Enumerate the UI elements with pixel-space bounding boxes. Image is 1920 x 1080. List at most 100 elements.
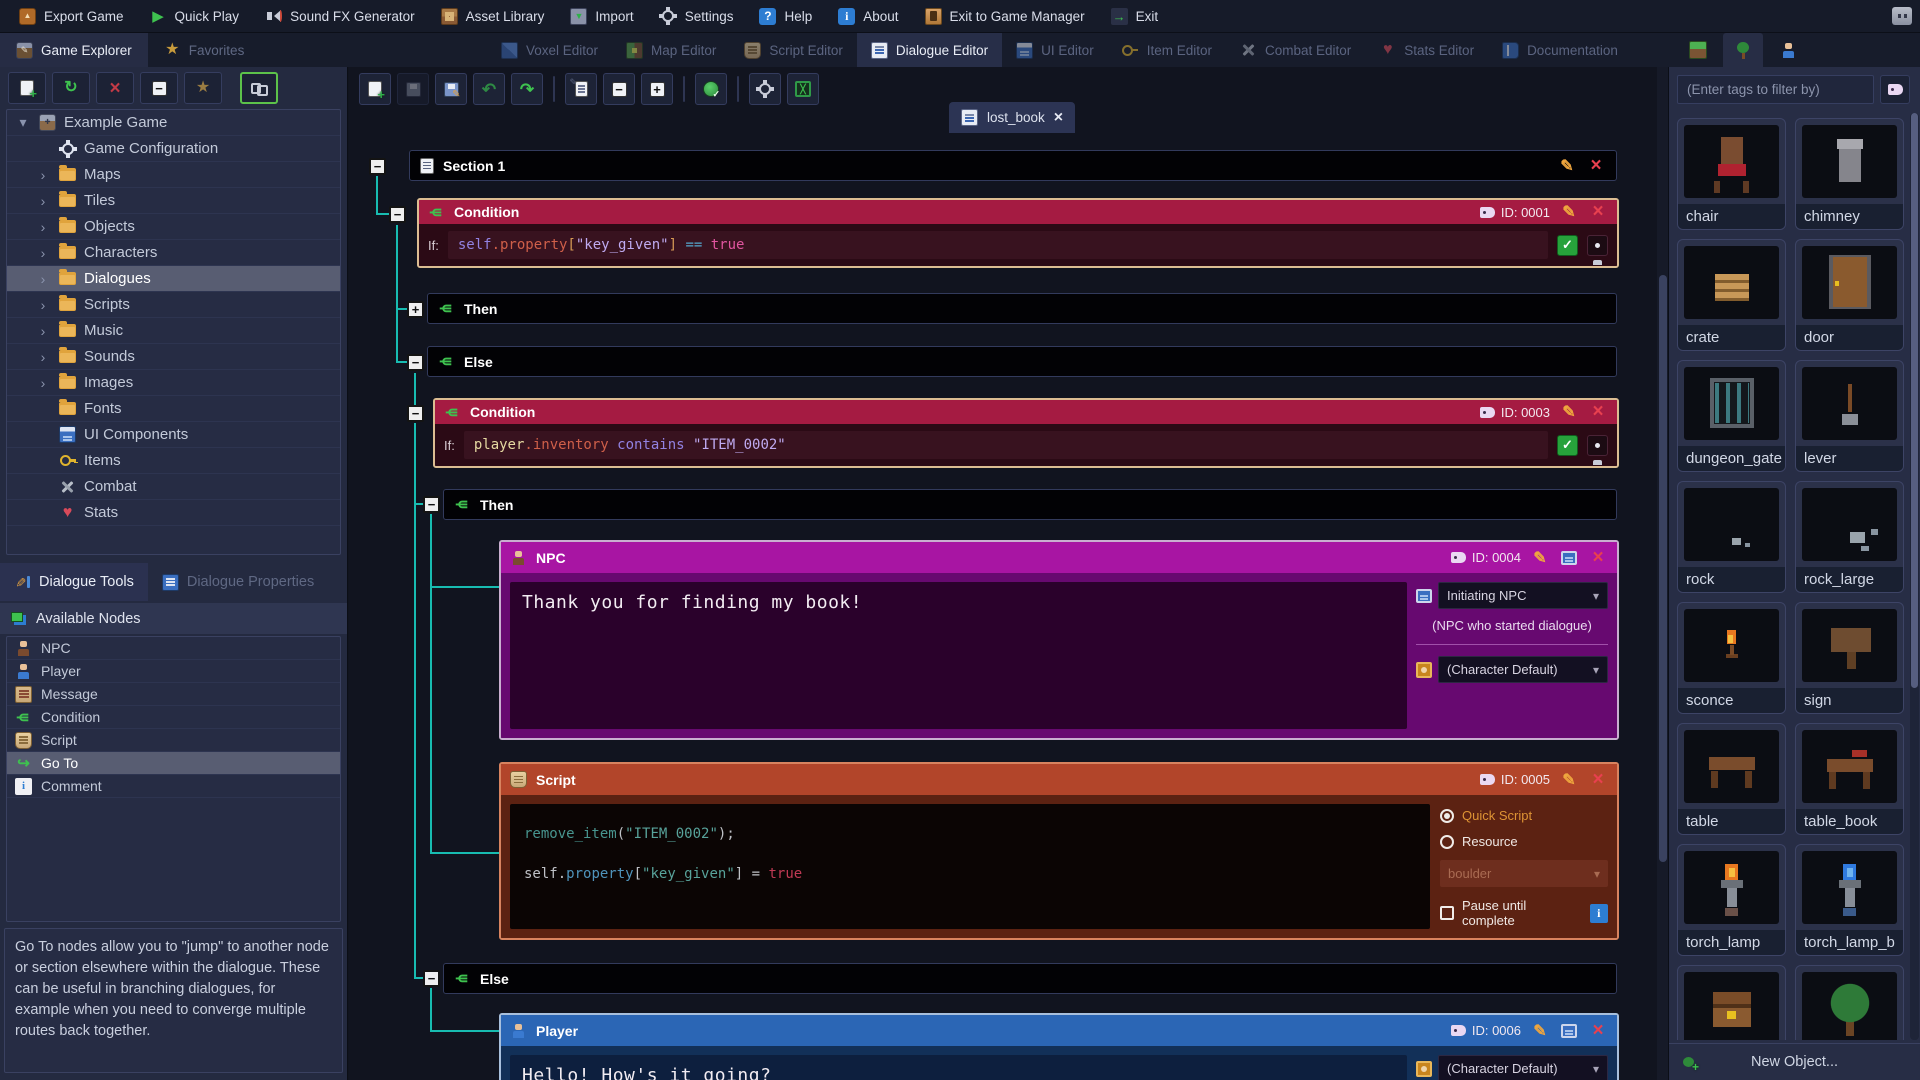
asset-rock-large[interactable]: rock_large xyxy=(1795,481,1904,593)
canvas-toolbar-sep-2[interactable] xyxy=(683,76,685,102)
canvas-toolbar-settings[interactable] xyxy=(749,73,781,105)
expander-icon[interactable]: › xyxy=(35,349,51,365)
close-tab-icon[interactable]: × xyxy=(1054,109,1063,127)
menu-exit-to-game-manager[interactable]: Exit to Game Manager xyxy=(912,0,1098,32)
menu-import[interactable]: Import xyxy=(557,0,646,32)
collapse-toggle-section[interactable]: − xyxy=(369,158,386,175)
tab-voxel-editor[interactable]: Voxel Editor xyxy=(487,33,612,67)
else-branch-2[interactable]: Else xyxy=(443,963,1617,994)
tag-filter-input[interactable] xyxy=(1677,75,1874,104)
then-branch-2[interactable]: Then xyxy=(443,489,1617,520)
canvas-toolbar-notes[interactable] xyxy=(565,73,597,105)
tree-item-dialogues[interactable]: › Dialogues xyxy=(7,266,340,292)
node-type-go-to[interactable]: Go To xyxy=(7,752,340,775)
scrollbar-thumb[interactable] xyxy=(1659,275,1667,862)
node-type-script[interactable]: Script xyxy=(7,729,340,752)
info-icon[interactable] xyxy=(1590,904,1609,923)
tree-item-items[interactable]: Items xyxy=(7,448,340,474)
palette-tab-tiles[interactable] xyxy=(1678,33,1718,67)
npc-dialogue-text[interactable]: Thank you for finding my book! xyxy=(510,582,1407,729)
delete-icon[interactable] xyxy=(1588,770,1608,790)
expander-icon[interactable]: › xyxy=(35,323,51,339)
canvas-toolbar-expand-all[interactable] xyxy=(641,73,673,105)
menu-help[interactable]: Help xyxy=(746,0,825,32)
tree-item-fonts[interactable]: Fonts xyxy=(7,396,340,422)
edit-icon[interactable] xyxy=(1559,770,1579,790)
resource-radio[interactable]: Resource xyxy=(1440,834,1608,849)
collapse-toggle-then2[interactable]: − xyxy=(423,496,440,513)
else-branch-1[interactable]: Else xyxy=(427,346,1617,377)
script-node-0005[interactable]: Script ID: 0005 remove_item("ITEM_0002")… xyxy=(499,762,1619,940)
edit-icon[interactable] xyxy=(1559,202,1579,222)
menu-settings[interactable]: Settings xyxy=(647,0,747,32)
palette-tab-characters[interactable] xyxy=(1768,33,1808,67)
canvas-toolbar-sep-3[interactable] xyxy=(737,76,739,102)
preview-icon[interactable] xyxy=(1561,551,1577,565)
expander-icon[interactable]: › xyxy=(35,245,51,261)
condition-node-0001[interactable]: Condition ID: 0001 If: self.property["ke… xyxy=(417,198,1619,268)
menu-exit[interactable]: Exit xyxy=(1098,0,1172,32)
tree-item-sounds[interactable]: › Sounds xyxy=(7,344,340,370)
portrait-dropdown[interactable]: (Character Default) ▾ xyxy=(1438,1055,1608,1080)
then-branch-1[interactable]: Then xyxy=(427,293,1617,324)
asset-treasure-ches[interactable]: treasure_ches xyxy=(1677,965,1786,1040)
menu-quick-play[interactable]: Quick Play xyxy=(137,0,253,32)
insert-reference-icon[interactable] xyxy=(1587,235,1608,256)
collapse-toggle-else1[interactable]: − xyxy=(407,354,424,371)
node-type-npc[interactable]: NPC xyxy=(7,637,340,660)
script-code-area[interactable]: remove_item("ITEM_0002"); self.property[… xyxy=(510,804,1430,929)
tree-item-music[interactable]: › Music xyxy=(7,318,340,344)
menu-about[interactable]: About xyxy=(825,0,911,32)
open-dialogue-tab[interactable]: lost_book × xyxy=(949,102,1075,133)
explorer-toolbar-collapse-all[interactable] xyxy=(140,72,178,104)
delete-icon[interactable] xyxy=(1588,402,1608,422)
explorer-toolbar-link[interactable] xyxy=(240,72,278,104)
expander-icon[interactable]: › xyxy=(35,193,51,209)
pause-until-complete-checkbox[interactable]: Pause until complete xyxy=(1440,898,1608,928)
menu-asset-library[interactable]: Asset Library xyxy=(428,0,558,32)
tree-item-game-configuration[interactable]: Game Configuration xyxy=(7,136,340,162)
expander-icon[interactable]: › xyxy=(35,375,51,391)
node-graph[interactable]: − − + − − − − Section 1 Condition ID: 00… xyxy=(349,135,1668,1080)
canvas-toolbar-save[interactable] xyxy=(397,73,429,105)
asset-door[interactable]: door xyxy=(1795,239,1904,351)
canvas-toolbar-save-as[interactable] xyxy=(435,73,467,105)
tree-item-characters[interactable]: › Characters xyxy=(7,240,340,266)
speaker-dropdown[interactable]: Initiating NPC ▾ xyxy=(1438,582,1608,609)
delete-icon[interactable] xyxy=(1588,548,1608,568)
canvas-toolbar-localization[interactable] xyxy=(695,73,727,105)
preview-icon[interactable] xyxy=(1561,1024,1577,1038)
explorer-toolbar-refresh[interactable] xyxy=(52,72,90,104)
player-node-0006[interactable]: Player ID: 0006 Hello! How's it going? (… xyxy=(499,1013,1619,1080)
canvas-scrollbar[interactable] xyxy=(1657,67,1668,1080)
expander-icon[interactable]: › xyxy=(35,271,51,287)
edit-icon[interactable] xyxy=(1530,1021,1550,1041)
asset-chimney[interactable]: chimney xyxy=(1795,118,1904,230)
tab-dialogue-editor[interactable]: Dialogue Editor xyxy=(857,33,1002,67)
section-node[interactable]: Section 1 xyxy=(409,150,1617,181)
tree-item-stats[interactable]: Stats xyxy=(7,500,340,526)
asset-chair[interactable]: chair xyxy=(1677,118,1786,230)
tag-filter-button[interactable] xyxy=(1880,75,1910,104)
canvas-toolbar-redo[interactable] xyxy=(511,73,543,105)
palette-scrollbar[interactable] xyxy=(1910,113,1919,1040)
insert-reference-icon[interactable] xyxy=(1587,435,1608,456)
tree-item-objects[interactable]: › Objects xyxy=(7,214,340,240)
expander-icon[interactable]: › xyxy=(35,219,51,235)
tab-favorites[interactable]: Favorites xyxy=(148,33,261,67)
tree-item-example-game[interactable]: ▾ Example Game xyxy=(7,110,340,136)
asset-lever[interactable]: lever xyxy=(1795,360,1904,472)
condition-expression-field[interactable]: self.property["key_given"] == true xyxy=(448,231,1548,259)
asset-dungeon-gate[interactable]: dungeon_gate xyxy=(1677,360,1786,472)
asset-sign[interactable]: sign xyxy=(1795,602,1904,714)
player-dialogue-text[interactable]: Hello! How's it going? xyxy=(510,1055,1407,1080)
condition-node-0003[interactable]: Condition ID: 0003 If: player.inventory … xyxy=(433,398,1619,468)
npc-node-0004[interactable]: NPC ID: 0004 Thank you for finding my bo… xyxy=(499,540,1619,740)
asset-crate[interactable]: crate xyxy=(1677,239,1786,351)
tree-item-images[interactable]: › Images xyxy=(7,370,340,396)
asset-rock[interactable]: rock xyxy=(1677,481,1786,593)
explorer-toolbar-favorite[interactable] xyxy=(184,72,222,104)
menu-export-game[interactable]: Export Game xyxy=(6,0,137,32)
expander-icon[interactable]: › xyxy=(35,167,51,183)
explorer-toolbar-delete[interactable] xyxy=(96,72,134,104)
